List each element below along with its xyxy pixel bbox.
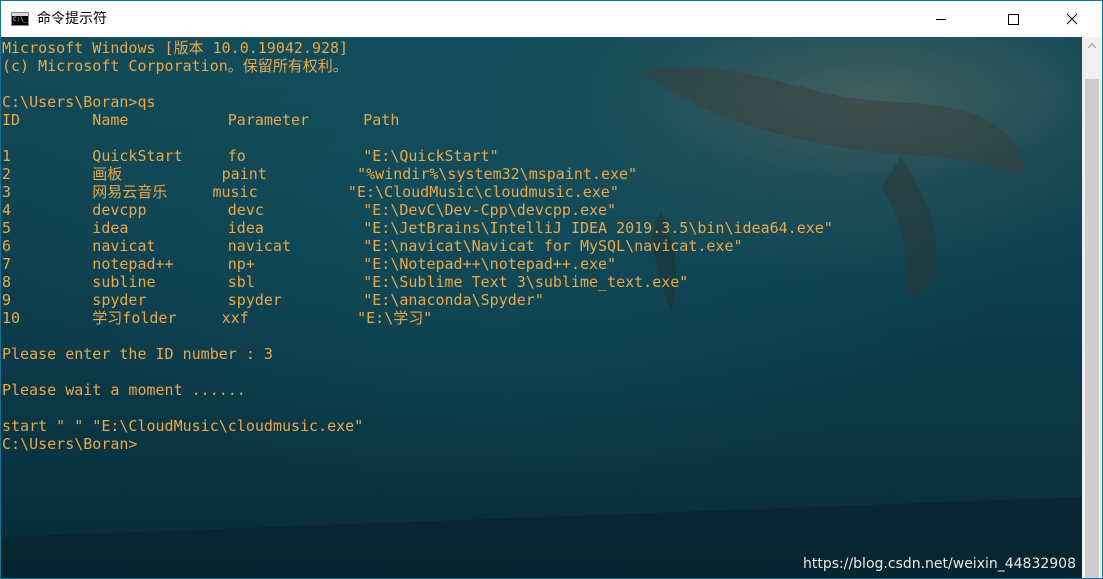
console-line: 9 spyder spyder "E:\anaconda\Spyder" — [2, 291, 544, 309]
console-line: 4 devcpp devc "E:\DevC\Dev-Cpp\devcpp.ex… — [2, 201, 617, 219]
console-line: start " " "E:\CloudMusic\cloudmusic.exe" — [2, 417, 364, 435]
console-line: Microsoft Windows [版本 10.0.19042.928] — [2, 39, 349, 57]
console-line: Please enter the ID number : 3 — [2, 345, 273, 363]
minimize-icon — [936, 19, 946, 20]
console-line: 7 notepad++ np+ "E:\Notepad++\notepad++.… — [2, 255, 617, 273]
maximize-icon — [1008, 14, 1019, 25]
maximize-button[interactable] — [990, 1, 1036, 37]
console-line: 6 navicat navicat "E:\navicat\Navicat fo… — [2, 237, 743, 255]
console-line: C:\Users\Boran>qs — [2, 93, 156, 111]
watermark-text: https://blog.csdn.net/weixin_44832908 — [802, 556, 1076, 572]
close-button[interactable] — [1051, 1, 1097, 37]
console-line: C:\Users\Boran> — [2, 435, 138, 453]
cmd-window: 命令提示符 — [0, 0, 1103, 579]
console-line: ID Name Parameter Path — [2, 111, 400, 129]
console-line: 10 学习folder xxf "E:\学习" — [2, 309, 433, 327]
console-line: 8 subline sbl "E:\Sublime Text 3\sublime… — [2, 273, 689, 291]
scroll-up-icon[interactable] — [1082, 37, 1102, 54]
cmd-icon[interactable] — [11, 12, 29, 26]
scrollbar-thumb[interactable] — [1085, 79, 1099, 578]
vertical-scrollbar[interactable] — [1082, 37, 1102, 578]
title-bar[interactable]: 命令提示符 — [1, 1, 1102, 37]
window-title: 命令提示符 — [37, 11, 107, 27]
minimize-button[interactable] — [918, 1, 964, 37]
console-line: 1 QuickStart fo "E:\QuickStart" — [2, 147, 499, 165]
console-area[interactable]: Microsoft Windows [版本 10.0.19042.928] (c)… — [1, 37, 1082, 578]
console-line: 5 idea idea "E:\JetBrains\IntelliJ IDEA … — [2, 219, 833, 237]
console-output: Microsoft Windows [版本 10.0.19042.928] (c)… — [2, 39, 833, 453]
console-line: (c) Microsoft Corporation。保留所有权利。 — [2, 57, 348, 75]
console-line: Please wait a moment ...... — [2, 381, 246, 399]
console-line: 3 网易云音乐 music "E:\CloudMusic\cloudmusic.… — [2, 183, 619, 201]
console-line: 2 画板 paint "%windir%\system32\mspaint.ex… — [2, 165, 638, 183]
close-icon — [1066, 13, 1078, 25]
